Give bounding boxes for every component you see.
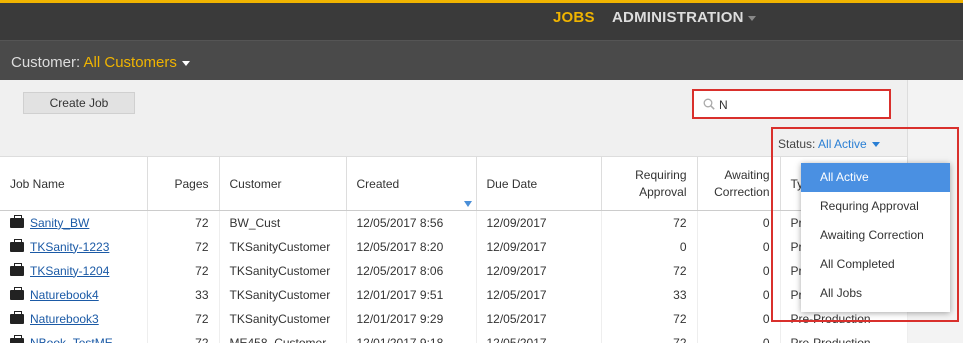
created-cell: 12/05/2017 8:56 xyxy=(346,210,477,235)
status-value: All Active xyxy=(818,137,867,151)
status-filter[interactable]: Status: All Active xyxy=(778,137,880,151)
job-link[interactable]: NBook_TestME xyxy=(30,336,113,343)
requiring-cell: 33 xyxy=(601,282,698,307)
due-date-cell: 12/09/2017 xyxy=(476,210,602,235)
col-requiring-line1: Requiring xyxy=(635,167,687,182)
customer-cell: ME458_Customer xyxy=(219,330,347,343)
col-customer[interactable]: Customer xyxy=(219,156,347,211)
status-dropdown-menu: All Active Requring Approval Awaiting Corr… xyxy=(801,163,950,312)
col-created[interactable]: Created xyxy=(346,156,477,211)
due-date-cell: 12/05/2017 xyxy=(476,282,602,307)
chevron-down-icon xyxy=(747,15,756,21)
chevron-down-icon xyxy=(181,60,190,66)
nav-administration[interactable]: ADMINISTRATION xyxy=(612,9,756,26)
pages-cell: 72 xyxy=(147,210,220,235)
status-option[interactable]: Awaiting Correction xyxy=(801,221,950,250)
job-link[interactable]: Naturebook3 xyxy=(30,312,99,326)
col-awaiting-line1: Awaiting xyxy=(724,167,770,182)
pages-cell: 72 xyxy=(147,330,220,343)
customer-cell: BW_Cust xyxy=(219,210,347,235)
job-link[interactable]: TKSanity-1223 xyxy=(30,240,109,254)
job-name-cell: Sanity_BW xyxy=(0,210,148,235)
awaiting-cell: 0 xyxy=(697,234,781,259)
col-awaiting-line2: Correction xyxy=(714,184,770,199)
customer-cell: TKSanityCustomer xyxy=(219,234,347,259)
job-name-cell: TKSanity-1204 xyxy=(0,258,148,283)
due-date-cell: 12/05/2017 xyxy=(476,306,602,331)
created-cell: 12/01/2017 9:29 xyxy=(346,306,477,331)
job-link[interactable]: TKSanity-1204 xyxy=(30,264,109,278)
awaiting-cell: 0 xyxy=(697,306,781,331)
col-pages[interactable]: Pages xyxy=(147,156,220,211)
status-option[interactable]: All Jobs xyxy=(801,279,950,308)
pages-cell: 72 xyxy=(147,258,220,283)
create-job-button[interactable]: Create Job xyxy=(23,92,135,114)
awaiting-cell: 0 xyxy=(697,210,781,235)
customer-bar: Customer: All Customers xyxy=(0,40,963,80)
sort-desc-icon xyxy=(463,201,472,207)
top-nav-bar xyxy=(0,0,963,40)
pages-cell: 33 xyxy=(147,282,220,307)
job-name-cell: NBook_TestME xyxy=(0,330,148,343)
search-icon xyxy=(703,98,715,110)
status-option[interactable]: All Active xyxy=(801,163,950,192)
requiring-cell: 72 xyxy=(601,306,698,331)
briefcase-icon xyxy=(10,310,24,324)
customer-selector[interactable]: Customer: All Customers xyxy=(11,54,190,71)
requiring-cell: 0 xyxy=(601,234,698,259)
requiring-cell: 72 xyxy=(601,258,698,283)
col-created-label: Created xyxy=(356,176,400,191)
job-link[interactable]: Sanity_BW xyxy=(30,216,89,230)
pages-cell: 72 xyxy=(147,234,220,259)
awaiting-cell: 0 xyxy=(697,330,781,343)
job-name-cell: Naturebook3 xyxy=(0,306,148,331)
status-option[interactable]: All Completed xyxy=(801,250,950,279)
requiring-cell: 72 xyxy=(601,210,698,235)
created-cell: 12/05/2017 8:20 xyxy=(346,234,477,259)
due-date-cell: 12/09/2017 xyxy=(476,234,602,259)
type-cell: Pre-Production xyxy=(780,330,908,343)
created-cell: 12/05/2017 8:06 xyxy=(346,258,477,283)
briefcase-icon xyxy=(10,286,24,300)
nav-administration-label: ADMINISTRATION xyxy=(612,9,744,26)
due-date-cell: 12/05/2017 xyxy=(476,330,602,343)
job-link[interactable]: Naturebook4 xyxy=(30,288,99,302)
created-cell: 12/01/2017 9:51 xyxy=(346,282,477,307)
customer-cell: TKSanityCustomer xyxy=(219,258,347,283)
table-row[interactable]: NBook_TestME 72 ME458_Customer 12/01/2017 9… xyxy=(0,330,908,343)
job-name-cell: TKSanity-1223 xyxy=(0,234,148,259)
customer-cell: TKSanityCustomer xyxy=(219,306,347,331)
col-requiring-line2: Approval xyxy=(639,184,687,199)
search-value: N xyxy=(719,98,728,112)
awaiting-cell: 0 xyxy=(697,282,781,307)
status-label: Status: xyxy=(778,137,816,151)
created-cell: 12/01/2017 9:18 xyxy=(346,330,477,343)
col-awaiting-correction[interactable]: Awaiting Correction xyxy=(697,156,781,211)
job-name-cell: Naturebook4 xyxy=(0,282,148,307)
col-requiring-approval[interactable]: Requiring Approval xyxy=(601,156,698,211)
col-job-name[interactable]: Job Name xyxy=(0,156,148,211)
briefcase-icon xyxy=(10,262,24,276)
chevron-down-icon xyxy=(871,142,880,148)
briefcase-icon xyxy=(10,214,24,228)
pages-cell: 72 xyxy=(147,306,220,331)
status-option[interactable]: Requring Approval xyxy=(801,192,950,221)
col-due-date[interactable]: Due Date xyxy=(476,156,602,211)
customer-cell: TKSanityCustomer xyxy=(219,282,347,307)
briefcase-icon xyxy=(10,334,24,343)
search-input[interactable]: N xyxy=(692,89,891,119)
awaiting-cell: 0 xyxy=(697,258,781,283)
briefcase-icon xyxy=(10,238,24,252)
customer-label: Customer: xyxy=(11,54,81,71)
due-date-cell: 12/09/2017 xyxy=(476,258,602,283)
requiring-cell: 72 xyxy=(601,330,698,343)
nav-jobs[interactable]: JOBS xyxy=(553,9,595,26)
customer-value: All Customers xyxy=(83,54,177,71)
